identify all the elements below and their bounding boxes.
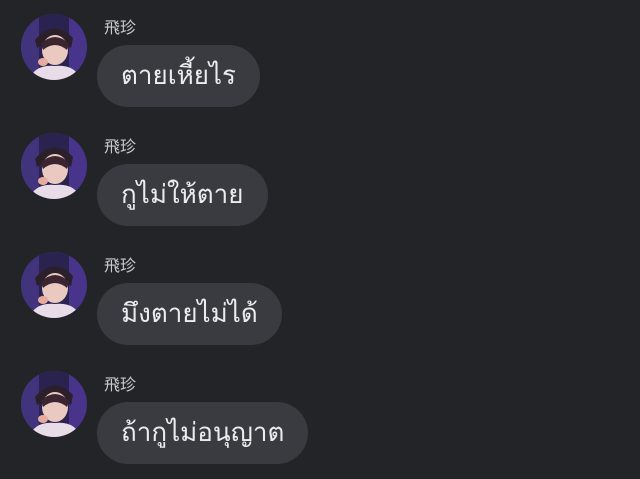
message-bubble[interactable]: ตายเหี้ยไร [97, 45, 261, 107]
message-row: 飛珍 กูไม่ให้ตาย [0, 119, 640, 229]
avatar[interactable] [21, 252, 87, 318]
sender-name: 飛珍 [104, 375, 137, 394]
sender-name: 飛珍 [104, 137, 137, 156]
message-bubble[interactable]: ถ้ากูไม่อนุญาต [97, 402, 309, 464]
message-row: 飛珍 ถ้ากูไม่อนุญาต [0, 357, 640, 467]
message-bubble[interactable]: มึงตายไม่ได้ [97, 283, 282, 345]
message-row: 飛珍 มึงตายไม่ได้ [0, 238, 640, 348]
user-avatar-photo-icon [21, 14, 87, 80]
user-avatar-photo-icon [21, 252, 87, 318]
message-bubble[interactable]: กูไม่ให้ตาย [97, 164, 268, 226]
avatar[interactable] [21, 371, 87, 437]
user-avatar-photo-icon [21, 371, 87, 437]
chat-thread: 飛珍 ตายเหี้ยไร 飛珍 กูไม่ให้ตาย 飛珍 มึงตายไม… [0, 0, 640, 479]
avatar[interactable] [21, 14, 87, 80]
message-row: 飛珍 ตายเหี้ยไร [0, 0, 640, 110]
user-avatar-photo-icon [21, 133, 87, 199]
sender-name: 飛珍 [104, 18, 137, 37]
sender-name: 飛珍 [104, 256, 137, 275]
avatar[interactable] [21, 133, 87, 199]
